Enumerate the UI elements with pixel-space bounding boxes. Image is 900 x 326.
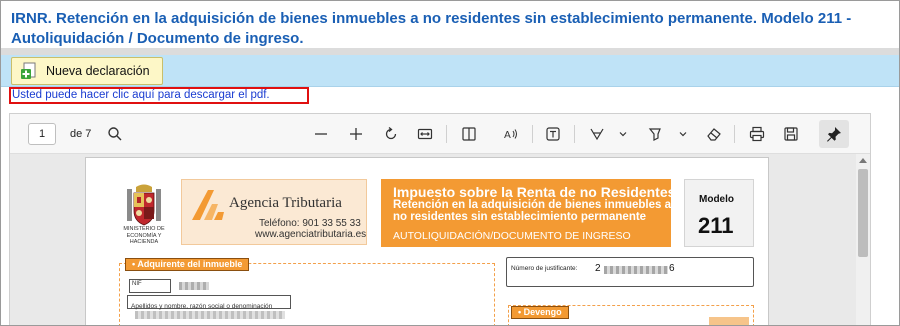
agencia-tributaria-logo-icon [192,190,224,220]
scroll-up-arrow[interactable] [859,158,867,163]
toolbar-divider [446,125,447,143]
agency-website: www.agenciatributaria.es [255,229,367,240]
read-aloud-icon[interactable]: A [500,123,522,145]
accrual-section-label: Devengo [523,307,562,317]
zoom-out-icon[interactable] [310,123,332,145]
scrollbar-thumb[interactable] [858,169,868,257]
page-count-label: de 7 [70,128,92,140]
toolbar-divider [574,125,575,143]
save-icon[interactable] [780,123,802,145]
pin-icon [827,127,841,142]
eraser-icon[interactable] [703,123,725,145]
page-title: IRNR. Retención en la adquisición de bie… [11,10,852,47]
new-declaration-label: Nueva declaración [46,64,150,78]
model-label: Modelo [699,194,734,205]
coat-of-arms-icon [127,184,161,226]
chevron-down-icon[interactable] [612,123,634,145]
text-icon[interactable] [542,123,564,145]
app-window: IRNR. Retención en la adquisición de bie… [0,0,900,326]
accrual-field [709,317,749,325]
model-number: 211 [698,213,734,238]
accrual-section-title: • Devengo [511,306,569,319]
add-document-icon [21,62,36,79]
acquirer-section-label: Adquirente del inmueble [137,259,243,269]
tax-form-type: AUTOLIQUIDACIÓN/DOCUMENTO DE INGRESO [393,230,631,242]
name-field-label: Apellidos y nombre, razón social o denom… [131,303,273,310]
redacted-receipt-number [604,266,668,274]
tax-subtitle-line-2: no residentes sin establecimiento perman… [393,211,647,223]
page-number-input[interactable]: 1 [28,123,56,145]
search-icon[interactable] [104,123,126,145]
pin-button[interactable] [819,120,849,148]
svg-text:A: A [504,130,511,141]
new-declaration-button[interactable]: Nueva declaración [11,57,163,85]
nif-label: NIF [132,281,142,287]
toolbar-divider [734,125,735,143]
tax-title: Impuesto sobre la Renta de no Residentes… [393,184,680,200]
toolbar-divider [532,125,533,143]
acquirer-section-title: • Adquirente del inmueble [125,258,250,271]
separator-bar [1,48,899,55]
highlight-icon[interactable] [644,123,666,145]
fit-width-icon[interactable] [414,123,436,145]
ministry-label: MINISTERIO DE ECONOMÍA Y HACIENDA [123,226,165,245]
rotate-icon[interactable] [380,123,402,145]
agency-name: Agencia Tributaria [229,195,342,211]
tax-subtitle-line-1: Retención en la adquisición de bienes in… [393,199,671,211]
draw-icon[interactable] [586,123,608,145]
receipt-number-end: 6 [669,263,675,274]
redacted-name [135,311,285,319]
receipt-number-label: Número de justificante: [511,265,578,272]
download-pdf-link[interactable]: Usted puede hacer clic aquí para descarg… [12,89,270,101]
pdf-toolbar: 1 de 7 A [10,114,870,154]
page-view-icon[interactable] [458,123,480,145]
zoom-in-icon[interactable] [345,123,367,145]
redacted-nif [179,282,209,290]
agency-phone: Teléfono: 901 33 55 33 [259,218,361,229]
print-icon[interactable] [746,123,768,145]
receipt-number-start: 2 [595,263,601,274]
chevron-down-icon[interactable] [672,123,694,145]
